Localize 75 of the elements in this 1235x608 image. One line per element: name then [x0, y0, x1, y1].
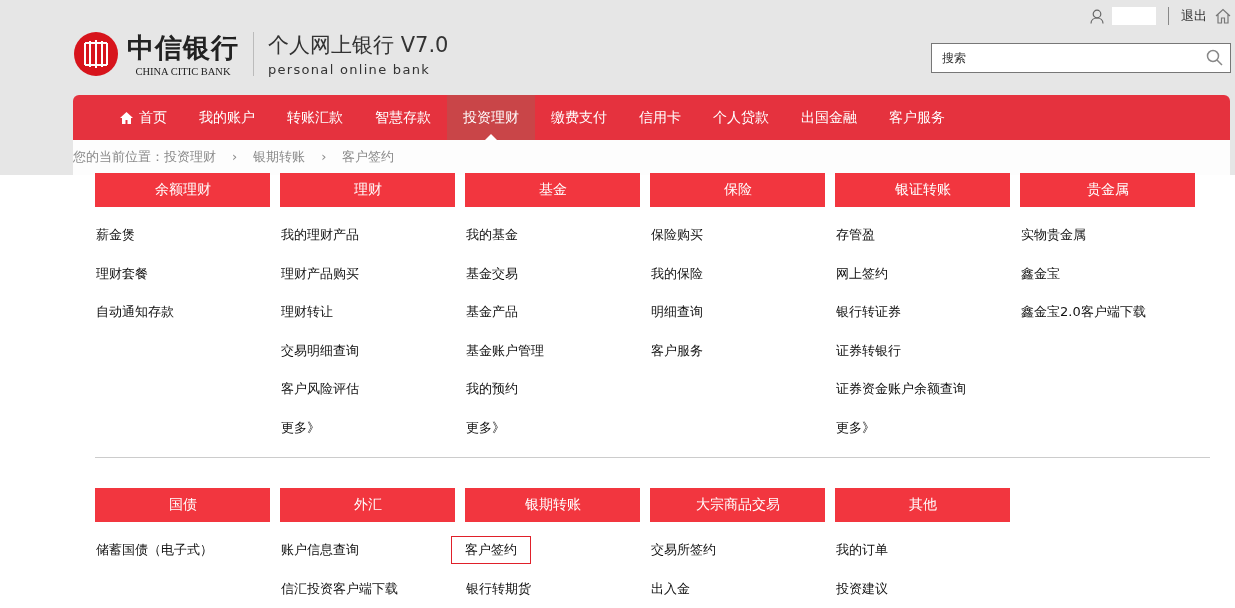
- menu-link[interactable]: 实物贵金属: [1020, 221, 1087, 250]
- menu-link[interactable]: 理财转让: [280, 298, 334, 327]
- nav-tab[interactable]: 个人贷款: [697, 95, 785, 140]
- nav-tab[interactable]: 我的账户: [183, 95, 271, 140]
- menu-link[interactable]: 我的理财产品: [280, 221, 360, 250]
- home-icon[interactable]: [1215, 8, 1231, 24]
- logout-link[interactable]: 退出: [1181, 7, 1207, 25]
- bank-name-english: CHINA CITIC BANK: [135, 66, 231, 77]
- menu-link[interactable]: 我的订单: [835, 536, 889, 565]
- menu-link[interactable]: 证券资金账户余额查询: [835, 375, 967, 404]
- bank-name: 中信银行: [127, 31, 239, 65]
- bank-logo-icon: [73, 30, 119, 77]
- menu-link[interactable]: 明细查询: [650, 298, 704, 327]
- menu-link[interactable]: 鑫金宝2.0客户端下载: [1020, 298, 1147, 327]
- menu-link[interactable]: 存管盈: [835, 221, 876, 250]
- menu-link[interactable]: 更多》: [835, 413, 876, 442]
- menu-link[interactable]: 我的基金: [465, 221, 519, 250]
- menu-link[interactable]: 银行转证券: [835, 298, 902, 327]
- category-header[interactable]: 大宗商品交易: [650, 488, 825, 522]
- menu-link[interactable]: 理财产品购买: [280, 259, 360, 288]
- category-header[interactable]: 其他: [835, 488, 1010, 522]
- category-header[interactable]: 外汇: [280, 488, 455, 522]
- menu-link[interactable]: 投资建议: [835, 574, 889, 603]
- menu-link[interactable]: 出入金: [650, 574, 691, 603]
- menu-link[interactable]: 更多》: [465, 413, 506, 442]
- breadcrumb-separator: ›: [321, 149, 327, 164]
- menu-link[interactable]: 证券转银行: [835, 336, 902, 365]
- product-subtitle: personal online bank: [268, 61, 432, 77]
- menu-link[interactable]: 客户风险评估: [280, 375, 360, 404]
- menu-link[interactable]: 客户签约: [451, 536, 531, 565]
- menu-link[interactable]: 交易明细查询: [280, 336, 360, 365]
- breadcrumb-item: 银期转账: [253, 147, 306, 166]
- nav-tab[interactable]: 转账汇款: [271, 95, 359, 140]
- category-header[interactable]: 银期转账: [465, 488, 640, 522]
- breadcrumb-separator: ›: [232, 149, 238, 164]
- category-header[interactable]: 保险: [650, 173, 825, 207]
- menu-link[interactable]: 保险购买: [650, 221, 704, 250]
- category-header[interactable]: 贵金属: [1020, 173, 1195, 207]
- breadcrumb-item: 您的当前位置：投资理财: [73, 147, 216, 166]
- nav-tab[interactable]: 智慧存款: [359, 95, 447, 140]
- category-header[interactable]: 银证转账: [835, 173, 1010, 207]
- menu-link[interactable]: 更多》: [280, 413, 321, 442]
- menu-link[interactable]: 账户信息查询: [280, 536, 360, 565]
- search-icon[interactable]: [1206, 49, 1223, 66]
- category-header[interactable]: 基金: [465, 173, 640, 207]
- menu-link[interactable]: 信汇投资客户端下载: [280, 574, 399, 603]
- menu-link[interactable]: 理财套餐: [95, 259, 149, 288]
- category-header[interactable]: 国债: [95, 488, 270, 522]
- breadcrumb-item: 客户签约: [342, 147, 395, 166]
- user-icon[interactable]: [1090, 8, 1104, 24]
- nav-tab[interactable]: 缴费支付: [535, 95, 623, 140]
- menu-link[interactable]: 基金产品: [465, 298, 519, 327]
- menu-link[interactable]: 网上签约: [835, 259, 889, 288]
- menu-link[interactable]: 客户服务: [650, 336, 704, 365]
- product-title: 个人网上银行 V7.0: [268, 31, 449, 59]
- menu-link[interactable]: 我的预约: [465, 375, 519, 404]
- menu-link[interactable]: 基金交易: [465, 259, 519, 288]
- nav-tab[interactable]: 客户服务: [873, 95, 961, 140]
- home-icon: [120, 111, 133, 124]
- username-blank: [1112, 7, 1156, 25]
- menu-link[interactable]: 基金账户管理: [465, 336, 545, 365]
- menu-link[interactable]: 薪金煲: [95, 221, 136, 250]
- menu-link[interactable]: 储蓄国债（电子式）: [95, 536, 214, 565]
- nav-tab[interactable]: 出国金融: [785, 95, 873, 140]
- menu-link[interactable]: 交易所签约: [650, 536, 717, 565]
- menu-link[interactable]: 银行转期货: [465, 574, 532, 603]
- nav-tab[interactable]: 首页: [104, 95, 183, 140]
- menu-link[interactable]: 我的保险: [650, 259, 704, 288]
- category-header[interactable]: 理财: [280, 173, 455, 207]
- menu-link[interactable]: 鑫金宝: [1020, 259, 1061, 288]
- nav-tab[interactable]: 信用卡: [623, 95, 697, 140]
- nav-tab[interactable]: 投资理财: [447, 95, 535, 140]
- search-field[interactable]: 搜索: [931, 43, 1231, 73]
- menu-link[interactable]: 自动通知存款: [95, 298, 175, 327]
- category-header[interactable]: 余额理财: [95, 173, 270, 207]
